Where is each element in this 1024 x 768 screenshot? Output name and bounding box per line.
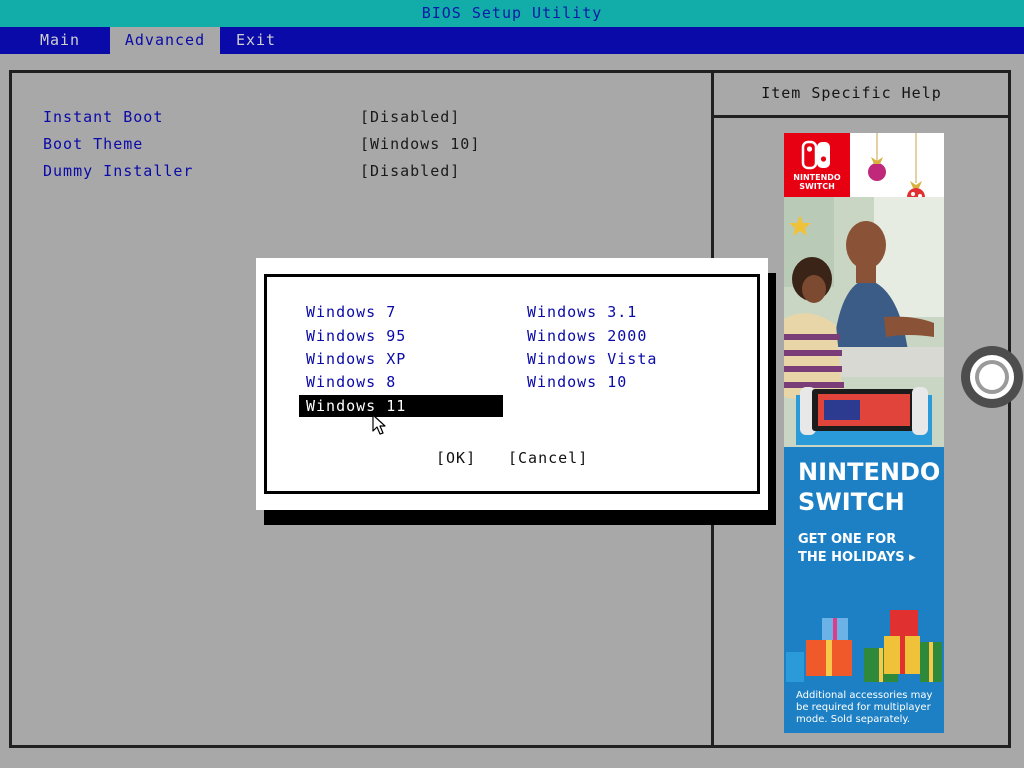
setting-value-instant-boot[interactable]: [Disabled] [360, 106, 460, 128]
option-windows-8[interactable]: Windows 8 [306, 371, 396, 393]
option-windows-3-1[interactable]: Windows 3.1 [527, 301, 637, 323]
option-windows-11[interactable]: Windows 11 [299, 395, 503, 417]
menu-item-advanced[interactable]: Advanced [110, 27, 220, 54]
setting-value-boot-theme[interactable]: [Windows 10] [360, 133, 480, 155]
menu-item-main[interactable]: Main [29, 27, 91, 54]
help-divider [714, 115, 1011, 118]
ad-logo-text: NINTENDO SWITCH [793, 173, 841, 191]
cancel-button[interactable]: [Cancel] [508, 447, 588, 469]
option-windows-10[interactable]: Windows 10 [527, 371, 627, 393]
option-windows-2000[interactable]: Windows 2000 [527, 325, 647, 347]
setting-label-boot-theme[interactable]: Boot Theme [43, 133, 143, 155]
menu-item-exit[interactable]: Exit [226, 27, 286, 54]
option-windows-7[interactable]: Windows 7 [306, 301, 396, 323]
ad-headline-line2: SWITCH [798, 488, 905, 516]
setting-label-dummy-installer[interactable]: Dummy Installer [43, 160, 193, 182]
ad-cta[interactable]: GET ONE FOR THE HOLIDAYS ▸ [798, 531, 938, 567]
option-windows-xp[interactable]: Windows XP [306, 348, 406, 370]
ad-cta-line2: THE HOLIDAYS ▸ [798, 550, 916, 565]
ad-headline: NINTENDO SWITCH [798, 457, 941, 517]
window-title: BIOS Setup Utility [0, 0, 1024, 27]
help-title: Item Specific Help [761, 84, 942, 102]
option-windows-95[interactable]: Windows 95 [306, 325, 406, 347]
ad-headline-line1: NINTENDO [798, 458, 941, 486]
menu-bar: Main Advanced Exit [0, 27, 1024, 54]
option-windows-vista[interactable]: Windows Vista [527, 348, 657, 370]
ad-cta-line1: GET ONE FOR [798, 532, 897, 547]
ok-button[interactable]: [OK] [436, 447, 476, 469]
ad-gift-boxes [784, 598, 944, 688]
setting-value-dummy-installer[interactable]: [Disabled] [360, 160, 460, 182]
advertisement[interactable]: NINTENDO SWITCH NINTENDO SWITCH GET ONE … [784, 133, 944, 733]
switch-logo-icon [801, 140, 830, 170]
nintendo-switch-logo: NINTENDO SWITCH [784, 133, 850, 197]
ad-disclaimer: Additional accessories may be required f… [796, 690, 933, 725]
ad-ornaments [850, 133, 944, 206]
mouse-pointer-icon [372, 414, 386, 435]
scroll-handle[interactable] [960, 345, 1024, 409]
setting-label-instant-boot[interactable]: Instant Boot [43, 106, 163, 128]
ad-family-photo [784, 197, 944, 447]
